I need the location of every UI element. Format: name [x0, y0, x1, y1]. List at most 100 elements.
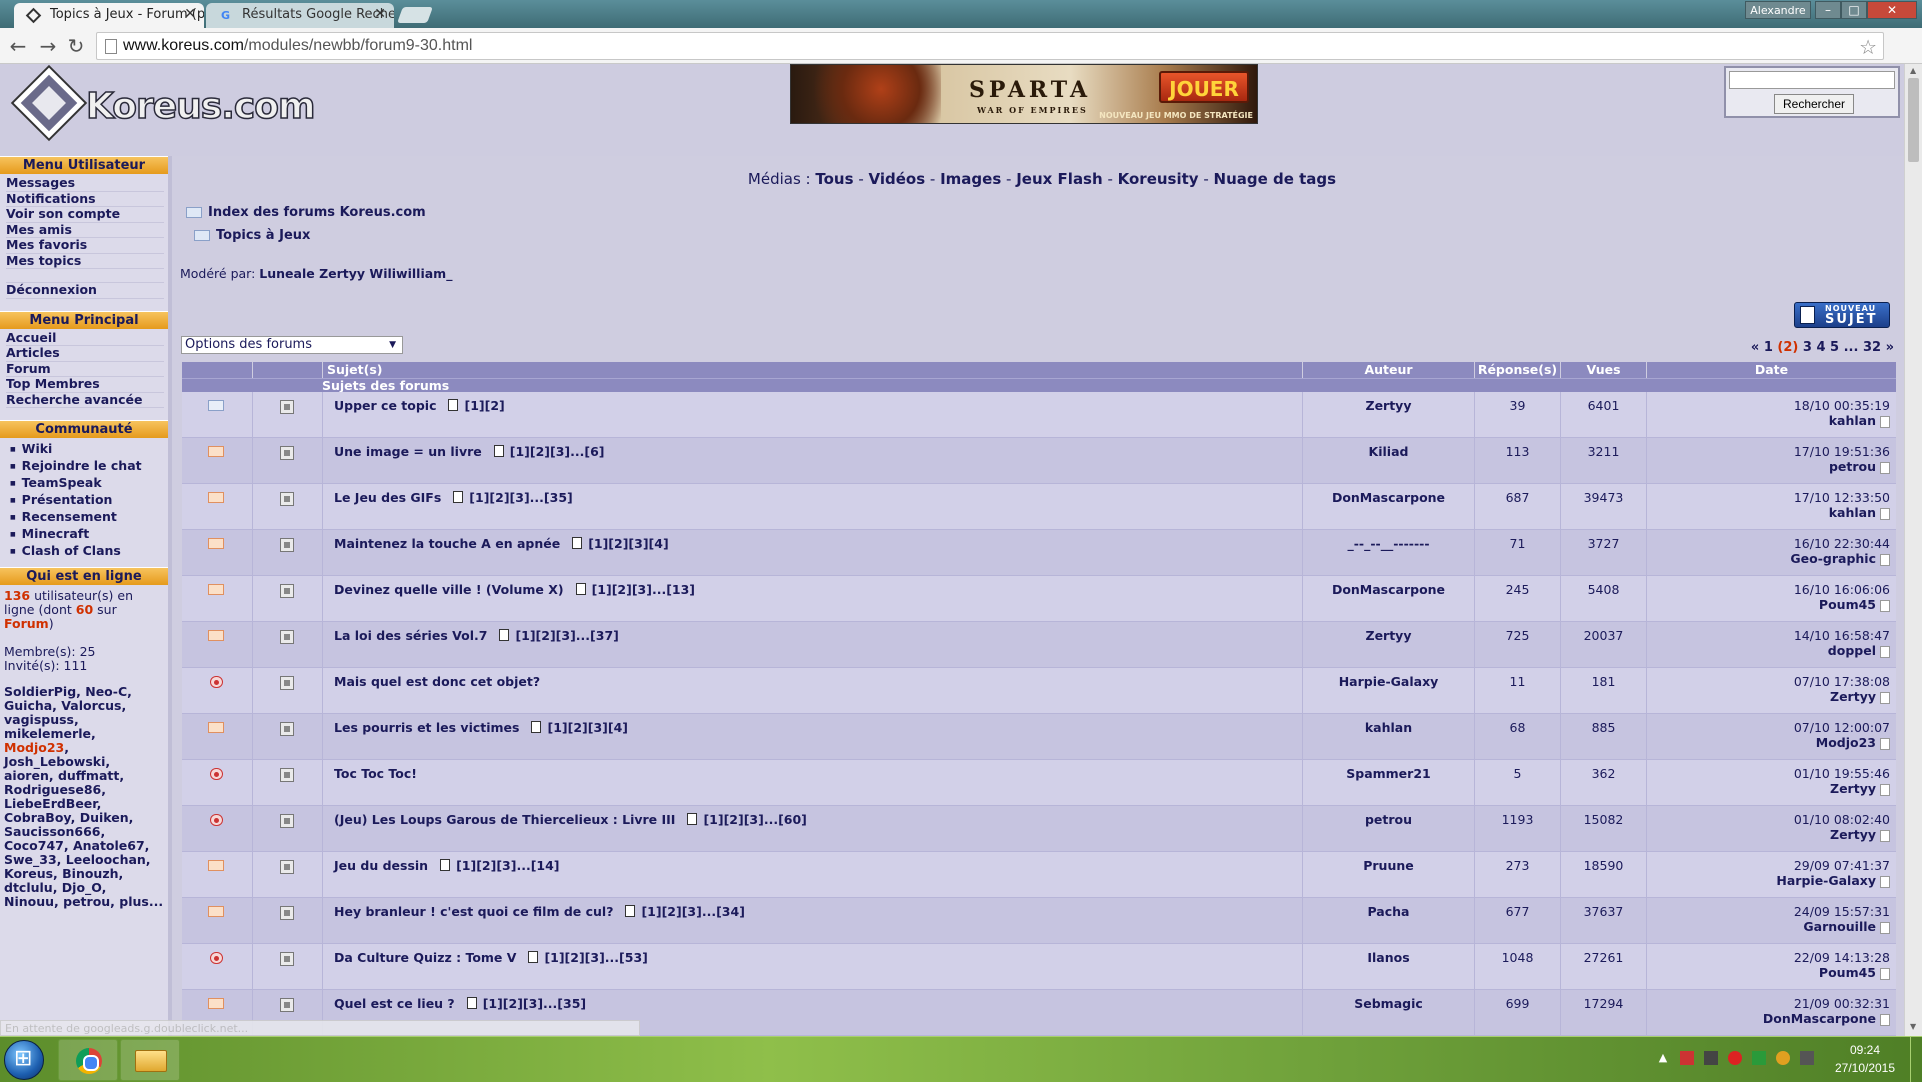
- banner-play-button[interactable]: JOUER: [1159, 71, 1249, 103]
- topic-title-link[interactable]: Une image = un livre: [334, 444, 482, 459]
- topic-last-poster[interactable]: Zertyy: [1647, 689, 1876, 704]
- go-to-last-post-icon[interactable]: [1880, 646, 1890, 658]
- medias-link-videos[interactable]: Vidéos: [869, 170, 926, 188]
- go-to-last-post-icon[interactable]: [1880, 738, 1890, 750]
- new-tab-button[interactable]: [397, 7, 433, 23]
- taskbar-chrome[interactable]: [58, 1039, 118, 1081]
- topic-last-poster[interactable]: Geo-graphic: [1647, 551, 1876, 566]
- go-to-last-post-icon[interactable]: [1880, 784, 1890, 796]
- page-link-4[interactable]: 4: [1816, 340, 1825, 355]
- start-button[interactable]: [4, 1040, 44, 1080]
- topic-title-link[interactable]: Mais quel est donc cet objet?: [334, 674, 540, 689]
- topic-author[interactable]: Harpie-Galaxy: [1302, 668, 1474, 714]
- tray-flag-icon[interactable]: [1680, 1051, 1694, 1065]
- sidebar-item-forum[interactable]: Forum: [6, 361, 164, 377]
- col-header-author[interactable]: Auteur: [1302, 362, 1474, 378]
- topic-last-poster[interactable]: doppel: [1647, 643, 1876, 658]
- topic-title-link[interactable]: Upper ce topic: [334, 398, 436, 413]
- topic-title-link[interactable]: Les pourris et les victimes: [334, 720, 519, 735]
- scroll-down-icon[interactable]: ▼: [1910, 1022, 1916, 1031]
- topic-author[interactable]: DonMascarpone: [1302, 576, 1474, 622]
- topic-author[interactable]: Zertyy: [1302, 392, 1474, 438]
- tray-app-icon[interactable]: [1776, 1051, 1790, 1065]
- topic-last-poster[interactable]: Garnouille: [1647, 919, 1876, 934]
- topic-author[interactable]: Pruune: [1302, 852, 1474, 898]
- new-topic-button[interactable]: NOUVEAU SUJET: [1794, 302, 1890, 328]
- col-header-date[interactable]: Date: [1646, 362, 1896, 378]
- community-item-census[interactable]: Recensement: [10, 510, 164, 527]
- close-tab-icon[interactable]: ✕: [184, 6, 196, 22]
- breadcrumb-topics-a-jeux[interactable]: Topics à Jeux: [194, 228, 310, 243]
- sidebar-item-articles[interactable]: Articles: [6, 345, 164, 362]
- topic-last-poster[interactable]: Harpie-Galaxy: [1647, 873, 1876, 888]
- col-header-replies[interactable]: Réponse(s): [1474, 362, 1560, 378]
- close-tab-icon[interactable]: ✕: [374, 6, 386, 22]
- online-forum-link[interactable]: Forum: [4, 616, 49, 631]
- community-item-minecraft[interactable]: Minecraft: [10, 527, 164, 544]
- topic-last-poster[interactable]: kahlan: [1647, 505, 1876, 520]
- medias-link-tag-cloud[interactable]: Nuage de tags: [1214, 170, 1337, 188]
- page-scrollbar[interactable]: ▲ ▼: [1904, 64, 1922, 1036]
- col-header-subject[interactable]: Sujet(s): [322, 362, 1302, 378]
- community-item-presentation[interactable]: Présentation: [10, 493, 164, 510]
- bookmark-star-icon[interactable]: ☆: [1859, 35, 1877, 59]
- topic-last-poster[interactable]: Zertyy: [1647, 781, 1876, 796]
- sidebar-item-account[interactable]: Voir son compte: [6, 206, 164, 223]
- go-to-last-post-icon[interactable]: [1880, 416, 1890, 428]
- topic-title-link[interactable]: Quel est ce lieu ?: [334, 996, 455, 1011]
- topic-pages-links[interactable]: [1][2][3][4]: [531, 720, 628, 735]
- close-window-button[interactable]: ✕: [1867, 1, 1917, 19]
- minimize-button[interactable]: –: [1815, 1, 1841, 19]
- topic-author[interactable]: Kiliad: [1302, 438, 1474, 484]
- topic-last-poster[interactable]: Poum45: [1647, 965, 1876, 980]
- topic-pages-links[interactable]: [1][2][3]...[14]: [440, 858, 559, 873]
- topic-title-link[interactable]: Devinez quelle ville ! (Volume X): [334, 582, 564, 597]
- tab-google-results[interactable]: G Résultats Google Recherc ✕: [206, 3, 394, 28]
- topic-author[interactable]: Pacha: [1302, 898, 1474, 944]
- topic-last-poster[interactable]: petrou: [1647, 459, 1876, 474]
- show-desktop-button[interactable]: [1910, 1037, 1922, 1082]
- go-to-last-post-icon[interactable]: [1880, 692, 1890, 704]
- tray-arrow-icon[interactable]: ▲: [1656, 1051, 1670, 1065]
- go-to-last-post-icon[interactable]: [1880, 830, 1890, 842]
- tray-v-icon[interactable]: [1752, 1051, 1766, 1065]
- tray-antivirus-icon[interactable]: [1728, 1051, 1742, 1065]
- sparta-ad-banner[interactable]: SPARTA WAR OF EMPIRES JOUER NOUVEAU JEU …: [790, 64, 1258, 124]
- topic-pages-links[interactable]: [1][2][3]...[53]: [528, 950, 647, 965]
- moderator-names[interactable]: Luneale Zertyy Wiliwilliam_: [259, 266, 452, 281]
- page-link-3[interactable]: 3: [1803, 340, 1812, 355]
- koreus-logo[interactable]: Koreus.com: [13, 67, 316, 142]
- scroll-up-icon[interactable]: ▲: [1910, 66, 1916, 75]
- topic-pages-links[interactable]: [1][2][3]...[6]: [494, 444, 605, 459]
- topic-pages-links[interactable]: [1][2][3][4]: [572, 536, 669, 551]
- topic-title-link[interactable]: La loi des séries Vol.7: [334, 628, 487, 643]
- breadcrumb-forum-index[interactable]: Index des forums Koreus.com: [186, 205, 426, 220]
- topic-title-link[interactable]: Toc Toc Toc!: [334, 766, 417, 781]
- go-to-last-post-icon[interactable]: [1880, 1014, 1890, 1026]
- scrollbar-thumb[interactable]: [1908, 78, 1919, 162]
- medias-link-flash-games[interactable]: Jeux Flash: [1016, 170, 1102, 188]
- go-to-last-post-icon[interactable]: [1880, 508, 1890, 520]
- go-to-last-post-icon[interactable]: [1880, 876, 1890, 888]
- medias-link-koreusity[interactable]: Koreusity: [1118, 170, 1199, 188]
- maximize-button[interactable]: □: [1841, 1, 1867, 19]
- topic-author[interactable]: DonMascarpone: [1302, 484, 1474, 530]
- topic-title-link[interactable]: Hey branleur ! c'est quoi ce film de cul…: [334, 904, 613, 919]
- community-item-wiki[interactable]: Wiki: [10, 442, 164, 459]
- sidebar-item-friends[interactable]: Mes amis: [6, 222, 164, 238]
- page-link-1[interactable]: 1: [1764, 340, 1773, 355]
- sidebar-item-favorites[interactable]: Mes favoris: [6, 237, 164, 254]
- reload-icon[interactable]: ↻: [62, 32, 90, 60]
- medias-link-all[interactable]: Tous: [815, 170, 853, 188]
- topic-last-poster[interactable]: Zertyy: [1647, 827, 1876, 842]
- sidebar-item-messages[interactable]: Messages: [6, 175, 164, 192]
- sidebar-item-my-topics[interactable]: Mes topics: [6, 253, 164, 269]
- topic-author[interactable]: Zertyy: [1302, 622, 1474, 668]
- window-profile-name[interactable]: Alexandre: [1745, 1, 1811, 19]
- community-item-clash[interactable]: Clash of Clans: [10, 544, 164, 561]
- back-arrow-icon[interactable]: ←: [4, 32, 32, 60]
- forward-arrow-icon[interactable]: →: [34, 32, 62, 60]
- sidebar-item-home[interactable]: Accueil: [6, 330, 164, 346]
- topic-author[interactable]: Ilanos: [1302, 944, 1474, 990]
- topic-pages-links[interactable]: [1][2]: [448, 398, 504, 413]
